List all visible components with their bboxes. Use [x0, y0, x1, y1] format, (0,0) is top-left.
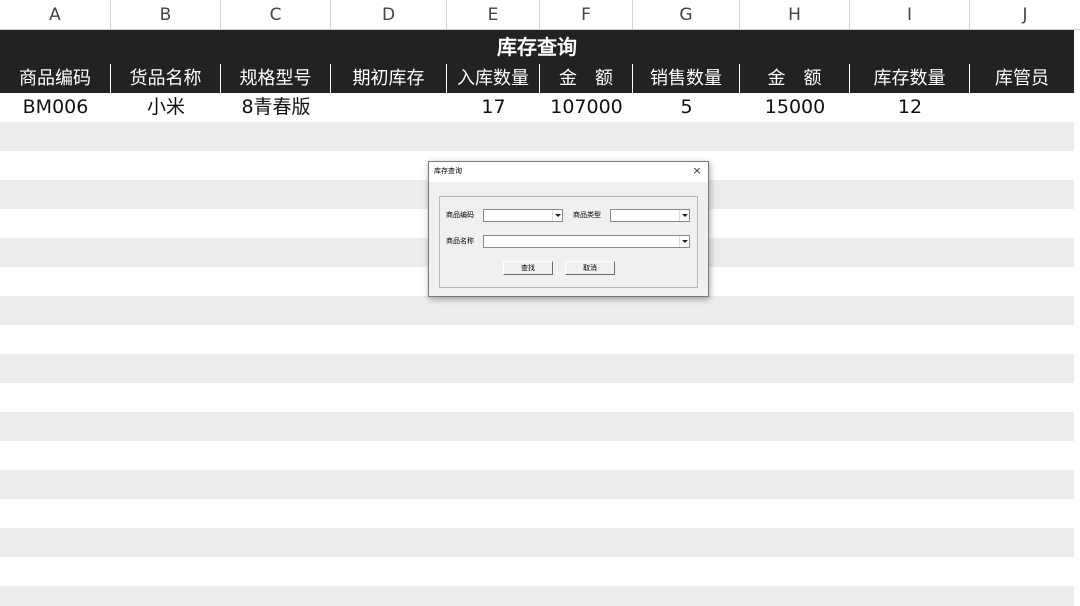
search-button[interactable]: 查找: [503, 261, 553, 275]
column-header-c[interactable]: C: [221, 0, 331, 29]
spreadsheet: A B C D E F G H I J 库存查询 商品编码 货品名称 规格型号 …: [0, 0, 1080, 606]
header-keeper: 库管员: [995, 68, 1049, 89]
column-header-d[interactable]: D: [331, 0, 447, 29]
chevron-down-icon[interactable]: [679, 210, 689, 221]
dialog-frame: 商品编码 商品类型 商品名称 查找 取消: [439, 196, 698, 288]
cancel-button[interactable]: 取消: [565, 261, 615, 275]
inventory-search-dialog: 库存查询 × 商品编码 商品类型 商品名称 查找 取消: [428, 161, 709, 297]
column-header-h[interactable]: H: [740, 0, 850, 29]
row-stripe: [0, 470, 1074, 499]
row-stripe: [0, 528, 1074, 557]
chevron-down-icon[interactable]: [552, 210, 562, 221]
row-stripe: [0, 122, 1074, 151]
column-header-b[interactable]: B: [111, 0, 221, 29]
column-header-j[interactable]: J: [970, 0, 1080, 29]
cell-product-code[interactable]: BM006: [0, 93, 111, 122]
header-product-name: 货品名称: [111, 64, 221, 93]
chevron-down-icon[interactable]: [679, 236, 689, 247]
column-header-f[interactable]: F: [540, 0, 633, 29]
cell-inbound-qty[interactable]: 17: [447, 93, 540, 122]
header-stock-qty: 库存数量: [850, 64, 970, 93]
header-opening-stock: 期初库存: [331, 64, 447, 93]
product-name-label: 商品名称: [446, 237, 474, 245]
close-icon[interactable]: ×: [690, 163, 704, 179]
product-name-combo[interactable]: [483, 235, 690, 248]
header-sales-qty: 销售数量: [633, 64, 740, 93]
cell-product-name[interactable]: 小米: [111, 93, 221, 122]
header-spec-model: 规格型号: [221, 64, 331, 93]
cell-stock-qty[interactable]: 12: [850, 93, 970, 122]
row-stripe: [0, 354, 1074, 383]
dialog-title: 库存查询: [434, 167, 462, 175]
column-header-a[interactable]: A: [0, 0, 111, 29]
cell-keeper[interactable]: [970, 93, 1074, 122]
product-type-label: 商品类型: [573, 211, 601, 219]
table-header-row: 商品编码 货品名称 规格型号 期初库存 入库数量 金 额 销售数量 金 额 库存…: [0, 64, 1074, 93]
cell-spec-model[interactable]: 8青春版: [221, 93, 331, 122]
cell-opening-stock[interactable]: [331, 93, 447, 122]
sheet-right-edge: [1074, 30, 1080, 606]
row-stripe: [0, 586, 1074, 606]
column-header-row: A B C D E F G H I J: [0, 0, 1080, 30]
product-code-combo[interactable]: [483, 209, 563, 222]
product-code-label: 商品编码: [446, 211, 474, 219]
row-stripe: [0, 412, 1074, 441]
header-product-code: 商品编码: [0, 64, 111, 93]
dialog-titlebar[interactable]: 库存查询 ×: [429, 162, 708, 182]
header-inbound-amount: 金 额: [540, 64, 633, 93]
column-header-i[interactable]: I: [850, 0, 970, 29]
header-sales-amount: 金 额: [740, 64, 850, 93]
cell-sales-qty[interactable]: 5: [633, 93, 740, 122]
cell-sales-amount[interactable]: 15000: [740, 93, 850, 122]
column-header-e[interactable]: E: [447, 0, 540, 29]
cell-inbound-amount[interactable]: 107000: [540, 93, 633, 122]
sheet-title: 库存查询: [0, 30, 1074, 64]
product-type-combo[interactable]: [610, 209, 690, 222]
row-stripe: [0, 296, 1074, 325]
header-inbound-qty: 入库数量: [447, 64, 540, 93]
column-header-g[interactable]: G: [633, 0, 740, 29]
